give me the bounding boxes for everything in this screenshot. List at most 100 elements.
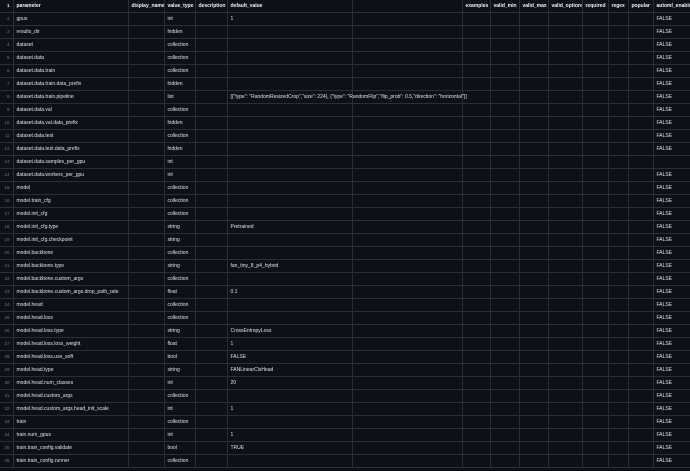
cell-default-value[interactable] (227, 155, 353, 169)
cell-valid-max[interactable] (519, 77, 549, 91)
cell-empty[interactable] (352, 454, 463, 468)
cell-automl-enabled[interactable]: FALSE (653, 51, 690, 65)
cell-examples[interactable] (462, 155, 491, 169)
cell-empty[interactable] (352, 311, 463, 325)
cell-examples[interactable] (462, 233, 491, 247)
cell-empty[interactable] (352, 376, 463, 390)
cell-automl-enabled[interactable]: FALSE (653, 285, 690, 299)
cell-regex[interactable] (608, 51, 629, 65)
cell-popular[interactable] (628, 259, 654, 273)
cell-examples[interactable] (462, 103, 491, 117)
cell-valid-min[interactable] (490, 428, 520, 442)
cell-popular[interactable] (628, 220, 654, 234)
cell-valid-min[interactable] (490, 363, 520, 377)
cell-required[interactable] (582, 12, 609, 26)
cell-regex[interactable] (608, 402, 629, 416)
cell-valid-options[interactable] (548, 324, 583, 338)
cell-default-value[interactable] (227, 311, 353, 325)
cell-default-value[interactable] (227, 298, 353, 312)
cell-valid-min[interactable] (490, 233, 520, 247)
header-regex[interactable]: regex (608, 0, 629, 13)
cell-automl-enabled[interactable]: FALSE (653, 454, 690, 468)
cell-popular[interactable] (628, 38, 654, 52)
cell-display-name[interactable] (128, 259, 165, 273)
header-value-type[interactable]: value_type (164, 0, 196, 13)
cell-display-name[interactable] (128, 129, 165, 143)
cell-display-name[interactable] (128, 389, 165, 403)
cell-valid-options[interactable] (548, 298, 583, 312)
cell-valid-max[interactable] (519, 207, 549, 221)
cell-popular[interactable] (628, 181, 654, 195)
cell-valid-min[interactable] (490, 64, 520, 78)
cell-value-type[interactable]: bool (164, 441, 196, 455)
cell-parameter[interactable]: train.train_config.validate (13, 441, 129, 455)
cell-parameter[interactable]: model.head.num_classes (13, 376, 129, 390)
cell-regex[interactable] (608, 168, 629, 182)
cell-regex[interactable] (608, 77, 629, 91)
header-display-name[interactable]: display_name (128, 0, 165, 13)
cell-valid-min[interactable] (490, 324, 520, 338)
cell-description[interactable] (195, 233, 228, 247)
cell-empty[interactable] (352, 64, 463, 78)
cell-automl-enabled[interactable]: FALSE (653, 259, 690, 273)
cell-valid-min[interactable] (490, 194, 520, 208)
cell-automl-enabled[interactable]: FALSE (653, 428, 690, 442)
cell-automl-enabled[interactable]: FALSE (653, 90, 690, 104)
cell-automl-enabled[interactable]: FALSE (653, 168, 690, 182)
cell-regex[interactable] (608, 441, 629, 455)
cell-display-name[interactable] (128, 181, 165, 195)
cell-valid-min[interactable] (490, 441, 520, 455)
cell-value-type[interactable]: collection (164, 389, 196, 403)
cell-display-name[interactable] (128, 168, 165, 182)
cell-regex[interactable] (608, 259, 629, 273)
cell-popular[interactable] (628, 402, 654, 416)
cell-automl-enabled[interactable]: FALSE (653, 311, 690, 325)
cell-display-name[interactable] (128, 402, 165, 416)
cell-examples[interactable] (462, 129, 491, 143)
cell-examples[interactable] (462, 168, 491, 182)
cell-valid-min[interactable] (490, 376, 520, 390)
cell-empty[interactable] (352, 428, 463, 442)
cell-automl-enabled[interactable]: FALSE (653, 441, 690, 455)
cell-examples[interactable] (462, 454, 491, 468)
cell-description[interactable] (195, 428, 228, 442)
cell-required[interactable] (582, 415, 609, 429)
cell-default-value[interactable]: fan_tiny_8_p4_hybrid (227, 259, 353, 273)
cell-description[interactable] (195, 311, 228, 325)
cell-valid-options[interactable] (548, 454, 583, 468)
cell-description[interactable] (195, 441, 228, 455)
cell-valid-options[interactable] (548, 103, 583, 117)
cell-description[interactable] (195, 259, 228, 273)
cell-popular[interactable] (628, 350, 654, 364)
cell-empty[interactable] (352, 233, 463, 247)
cell-valid-max[interactable] (519, 103, 549, 117)
cell-automl-enabled[interactable]: FALSE (653, 129, 690, 143)
cell-valid-options[interactable] (548, 337, 583, 351)
cell-value-type[interactable]: hidden (164, 77, 196, 91)
cell-valid-max[interactable] (519, 389, 549, 403)
cell-valid-max[interactable] (519, 129, 549, 143)
cell-examples[interactable] (462, 324, 491, 338)
cell-popular[interactable] (628, 129, 654, 143)
cell-value-type[interactable]: collection (164, 246, 196, 260)
header-valid-max[interactable]: valid_max (519, 0, 549, 13)
cell-regex[interactable] (608, 363, 629, 377)
cell-popular[interactable] (628, 454, 654, 468)
cell-value-type[interactable]: float (164, 285, 196, 299)
cell-regex[interactable] (608, 272, 629, 286)
cell-default-value[interactable] (227, 64, 353, 78)
cell-default-value[interactable]: 1 (227, 337, 353, 351)
cell-regex[interactable] (608, 155, 629, 169)
cell-display-name[interactable] (128, 233, 165, 247)
cell-description[interactable] (195, 415, 228, 429)
cell-description[interactable] (195, 272, 228, 286)
cell-regex[interactable] (608, 64, 629, 78)
cell-parameter[interactable]: model.head.loss.loss_weight (13, 337, 129, 351)
cell-empty[interactable] (352, 441, 463, 455)
cell-description[interactable] (195, 25, 228, 39)
cell-examples[interactable] (462, 298, 491, 312)
cell-popular[interactable] (628, 389, 654, 403)
cell-valid-options[interactable] (548, 272, 583, 286)
cell-parameter[interactable]: dataset.data.val (13, 103, 129, 117)
cell-valid-options[interactable] (548, 311, 583, 325)
